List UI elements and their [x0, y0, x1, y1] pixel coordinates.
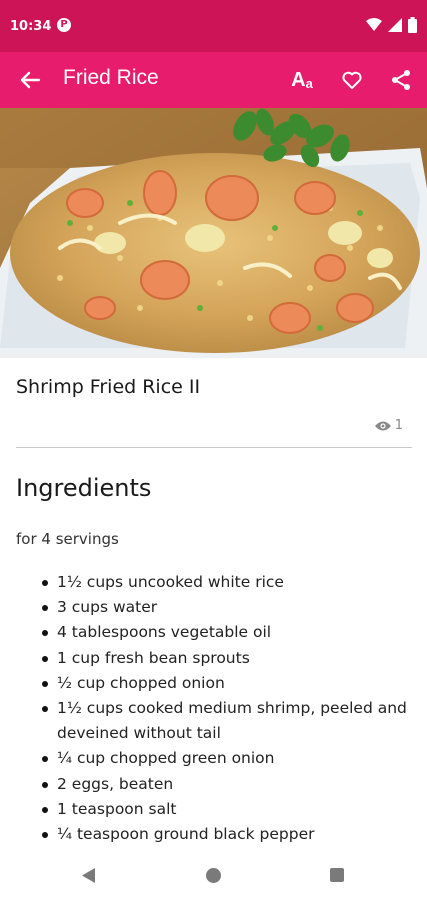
- ingredient-item: 2 eggs, beaten: [40, 772, 410, 797]
- nav-recents-icon[interactable]: [330, 868, 344, 882]
- ingredient-item: ¼ cup chopped green onion: [40, 746, 410, 771]
- ingredient-item: 1½ cups cooked medium shrimp, peeled and…: [40, 696, 410, 746]
- divider: [16, 447, 412, 448]
- status-icons: [366, 16, 417, 34]
- back-button[interactable]: [14, 64, 46, 96]
- signal-icon: [388, 18, 402, 32]
- view-count-value: 1: [394, 418, 403, 433]
- servings-text: for 4 servings: [16, 530, 119, 548]
- status-time: 10:34: [10, 19, 52, 34]
- wifi-icon: [366, 18, 382, 31]
- share-button[interactable]: [385, 64, 417, 96]
- ingredient-item: 1 cup fresh bean sprouts: [40, 646, 410, 671]
- text-size-button[interactable]: Aa: [286, 64, 318, 96]
- heart-icon: [342, 71, 362, 89]
- recipe-title: Shrimp Fried Rice II: [16, 376, 201, 398]
- nav-home-icon[interactable]: [206, 868, 221, 883]
- system-nav-bar: [0, 852, 427, 900]
- ingredient-item: ½ cup chopped onion: [40, 671, 410, 696]
- ingredients-list: 1½ cups uncooked white rice 3 cups water 4…: [40, 570, 410, 847]
- ingredient-item: 3 cups water: [40, 595, 410, 620]
- share-icon: [392, 70, 410, 90]
- ingredients-heading: Ingredients: [16, 474, 152, 502]
- status-bar: 10:34 P: [0, 0, 427, 52]
- battery-icon: [408, 17, 417, 33]
- ingredient-item: 4 tablespoons vegetable oil: [40, 620, 410, 645]
- recipe-photo: [0, 108, 427, 358]
- app-toolbar: Fried Rice Aa: [0, 52, 427, 108]
- app-notification-icon: P: [57, 18, 71, 32]
- nav-back-icon[interactable]: [82, 868, 97, 883]
- fried-rice-image: [0, 108, 427, 358]
- favorite-button[interactable]: [336, 64, 368, 96]
- toolbar-title: Fried Rice: [63, 66, 159, 89]
- back-arrow-icon: [20, 71, 41, 89]
- ingredient-item: 1½ cups uncooked white rice: [40, 570, 410, 595]
- text-size-icon-small: a: [305, 75, 313, 91]
- eye-icon: [374, 421, 391, 430]
- view-count: 1: [374, 418, 403, 433]
- ingredient-item: ¼ teaspoon ground black pepper: [40, 822, 410, 847]
- text-size-icon: A: [291, 68, 306, 91]
- ingredient-item: 1 teaspoon salt: [40, 797, 410, 822]
